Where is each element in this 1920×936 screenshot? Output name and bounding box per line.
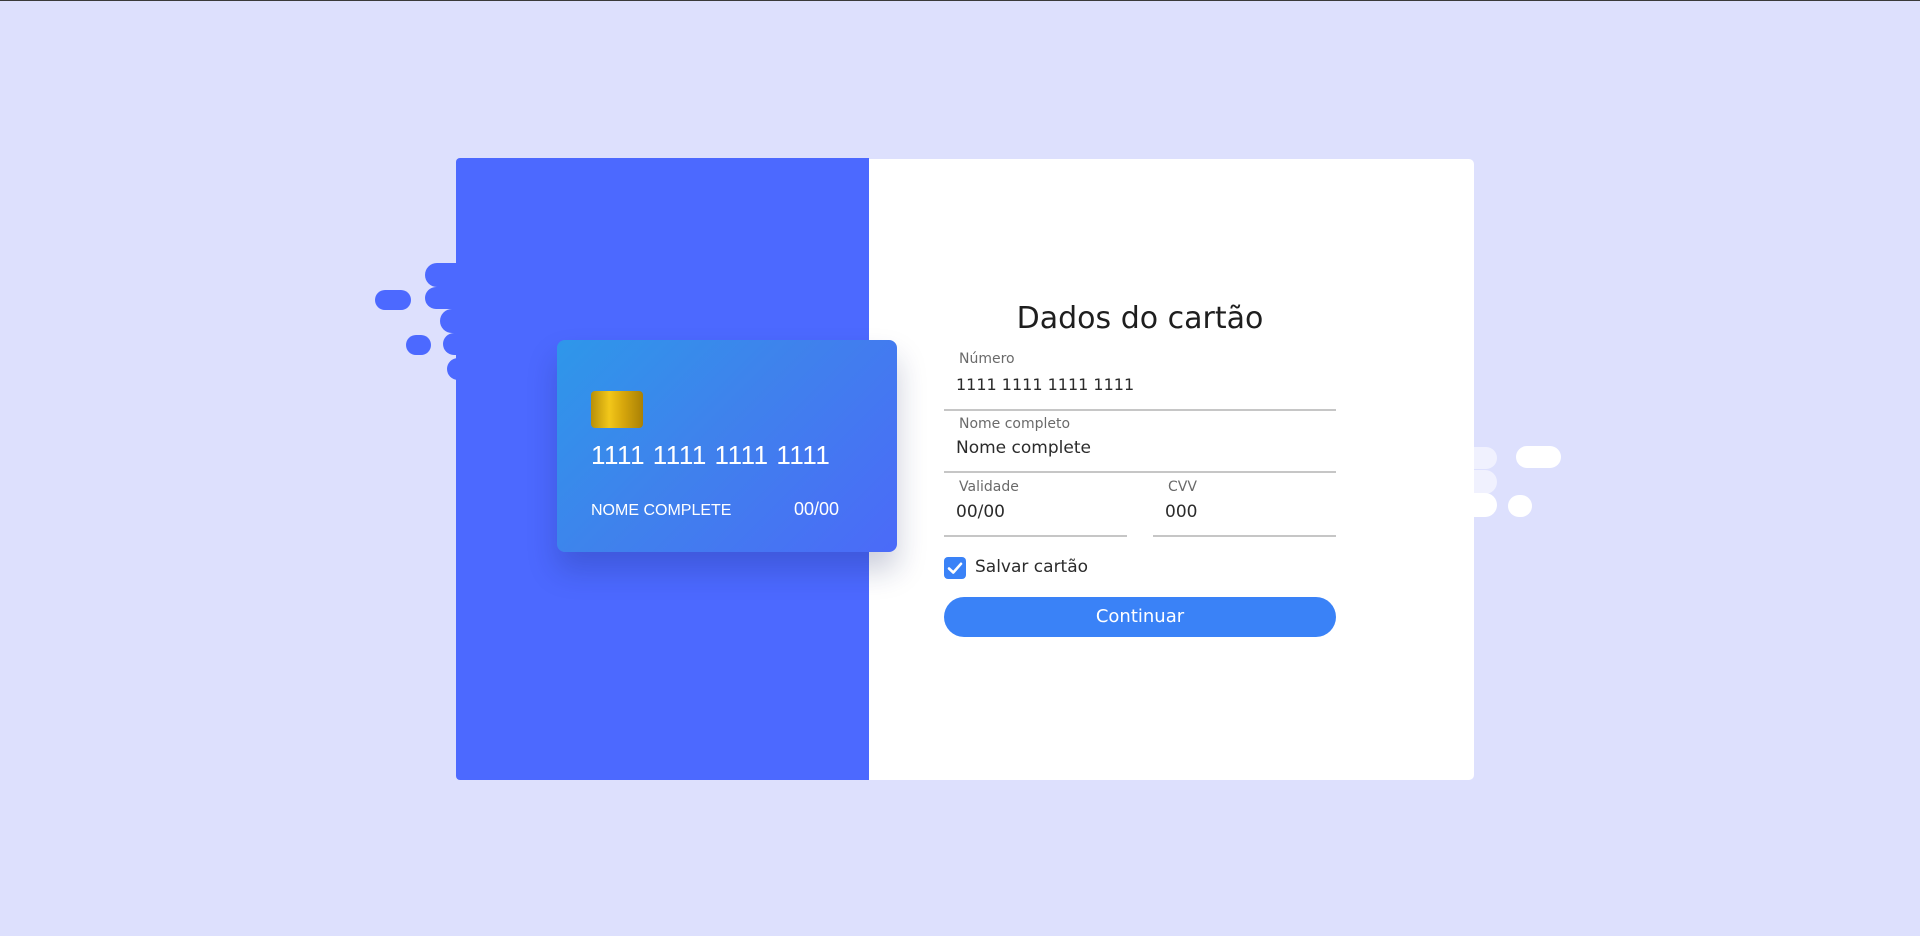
number-input[interactable]: [956, 375, 1328, 394]
decor-pill: [1516, 446, 1561, 468]
expiry-input[interactable]: [956, 502, 1119, 522]
cvv-label: CVV: [1168, 479, 1197, 495]
chip-icon: [591, 391, 643, 428]
decor-pill: [1508, 495, 1532, 517]
name-label: Nome completo: [959, 416, 1071, 432]
number-label: Número: [959, 351, 1015, 367]
save-card-checkbox[interactable]: [944, 557, 966, 579]
number-field: Número: [944, 351, 1336, 411]
expiry-field: Validade: [944, 479, 1127, 537]
check-icon: [947, 562, 963, 574]
cvv-field: CVV: [1153, 479, 1336, 537]
expiry-label: Validade: [959, 479, 1019, 495]
name-field: Nome completo: [944, 416, 1336, 473]
card-holder-display: NOME COMPLETE: [591, 502, 732, 519]
cvv-input[interactable]: [1165, 502, 1328, 522]
name-input[interactable]: [956, 438, 1328, 458]
credit-card-preview: 1111 1111 1111 1111 NOME COMPLETE 00/00: [557, 340, 897, 552]
continue-button[interactable]: Continuar: [944, 597, 1336, 637]
decor-pill: [406, 335, 431, 355]
card-number-display: 1111 1111 1111 1111: [591, 440, 831, 470]
decor-pill: [375, 290, 411, 310]
page-title: Dados do cartão: [1016, 301, 1264, 336]
card-expiry-display: 00/00: [794, 499, 840, 519]
save-card-label: Salvar cartão: [975, 557, 1089, 577]
